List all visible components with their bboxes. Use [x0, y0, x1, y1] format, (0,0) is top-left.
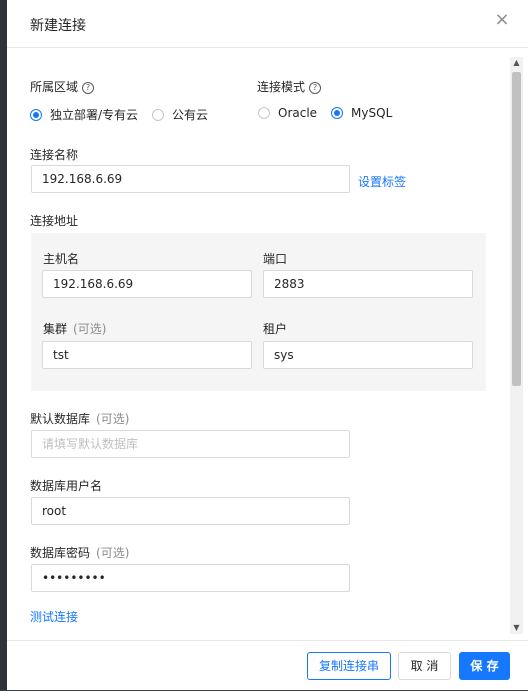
- scroll-up-arrow-icon[interactable]: ▲: [510, 57, 523, 69]
- password-label: 数据库密码 (可选): [30, 546, 130, 560]
- connection-name-input[interactable]: 192.168.6.69: [31, 165, 350, 193]
- new-connection-dialog: 新建连接 × 所属区域? 独立部署/专有云 公有云 连接模式? Oracle M…: [7, 0, 528, 690]
- radio-mode-oracle[interactable]: Oracle: [258, 106, 317, 120]
- dialog-body: 所属区域? 独立部署/专有云 公有云 连接模式? Oracle MySQL 连接…: [7, 48, 528, 638]
- mode-radio-group: Oracle MySQL: [258, 106, 406, 120]
- host-label: 主机名: [43, 252, 80, 266]
- tenant-input[interactable]: sys: [263, 341, 473, 369]
- radio-region-private[interactable]: 独立部署/专有云: [30, 106, 138, 123]
- username-input[interactable]: root: [31, 497, 350, 525]
- default-db-label: 默认数据库 (可选): [30, 412, 130, 426]
- region-radio-group: 独立部署/专有云 公有云: [30, 106, 222, 123]
- cancel-button[interactable]: 取 消: [398, 652, 451, 680]
- radio-selected-icon[interactable]: [331, 107, 344, 119]
- default-db-input[interactable]: 请填写默认数据库: [31, 430, 350, 458]
- help-icon[interactable]: ?: [309, 82, 322, 94]
- dialog-header: 新建连接 ×: [7, 0, 528, 48]
- username-label: 数据库用户名: [30, 479, 103, 493]
- radio-region-public[interactable]: 公有云: [152, 106, 208, 123]
- dialog-title: 新建连接: [30, 18, 86, 34]
- host-input[interactable]: 192.168.6.69: [42, 270, 252, 298]
- radio-mode-mysql[interactable]: MySQL: [331, 106, 392, 120]
- connection-name-label: 连接名称: [30, 148, 79, 162]
- radio-selected-icon[interactable]: [30, 108, 42, 121]
- set-tag-link[interactable]: 设置标签: [358, 173, 406, 190]
- mode-label: 连接模式?: [257, 78, 322, 95]
- dialog-footer: 复制连接串 取 消 保 存: [7, 640, 528, 691]
- tenant-label: 租户: [263, 322, 288, 336]
- scroll-down-arrow-icon[interactable]: ▼: [510, 622, 523, 634]
- test-connection-link[interactable]: 测试连接: [30, 608, 78, 625]
- copy-connection-string-button[interactable]: 复制连接串: [307, 652, 391, 680]
- scrollbar-thumb[interactable]: [512, 72, 521, 386]
- password-input[interactable]: •••••••••: [31, 564, 350, 592]
- region-label: 所属区域?: [30, 78, 95, 95]
- help-icon[interactable]: ?: [82, 82, 95, 94]
- save-button[interactable]: 保 存: [459, 652, 510, 680]
- port-label: 端口: [263, 252, 288, 266]
- radio-unselected-icon[interactable]: [258, 107, 270, 119]
- cluster-input[interactable]: tst: [42, 341, 252, 369]
- cluster-label: 集群 (可选): [43, 322, 107, 336]
- radio-unselected-icon[interactable]: [152, 108, 165, 121]
- connection-address-label: 连接地址: [30, 214, 79, 228]
- close-icon[interactable]: ×: [494, 11, 510, 29]
- port-input[interactable]: 2883: [263, 270, 473, 298]
